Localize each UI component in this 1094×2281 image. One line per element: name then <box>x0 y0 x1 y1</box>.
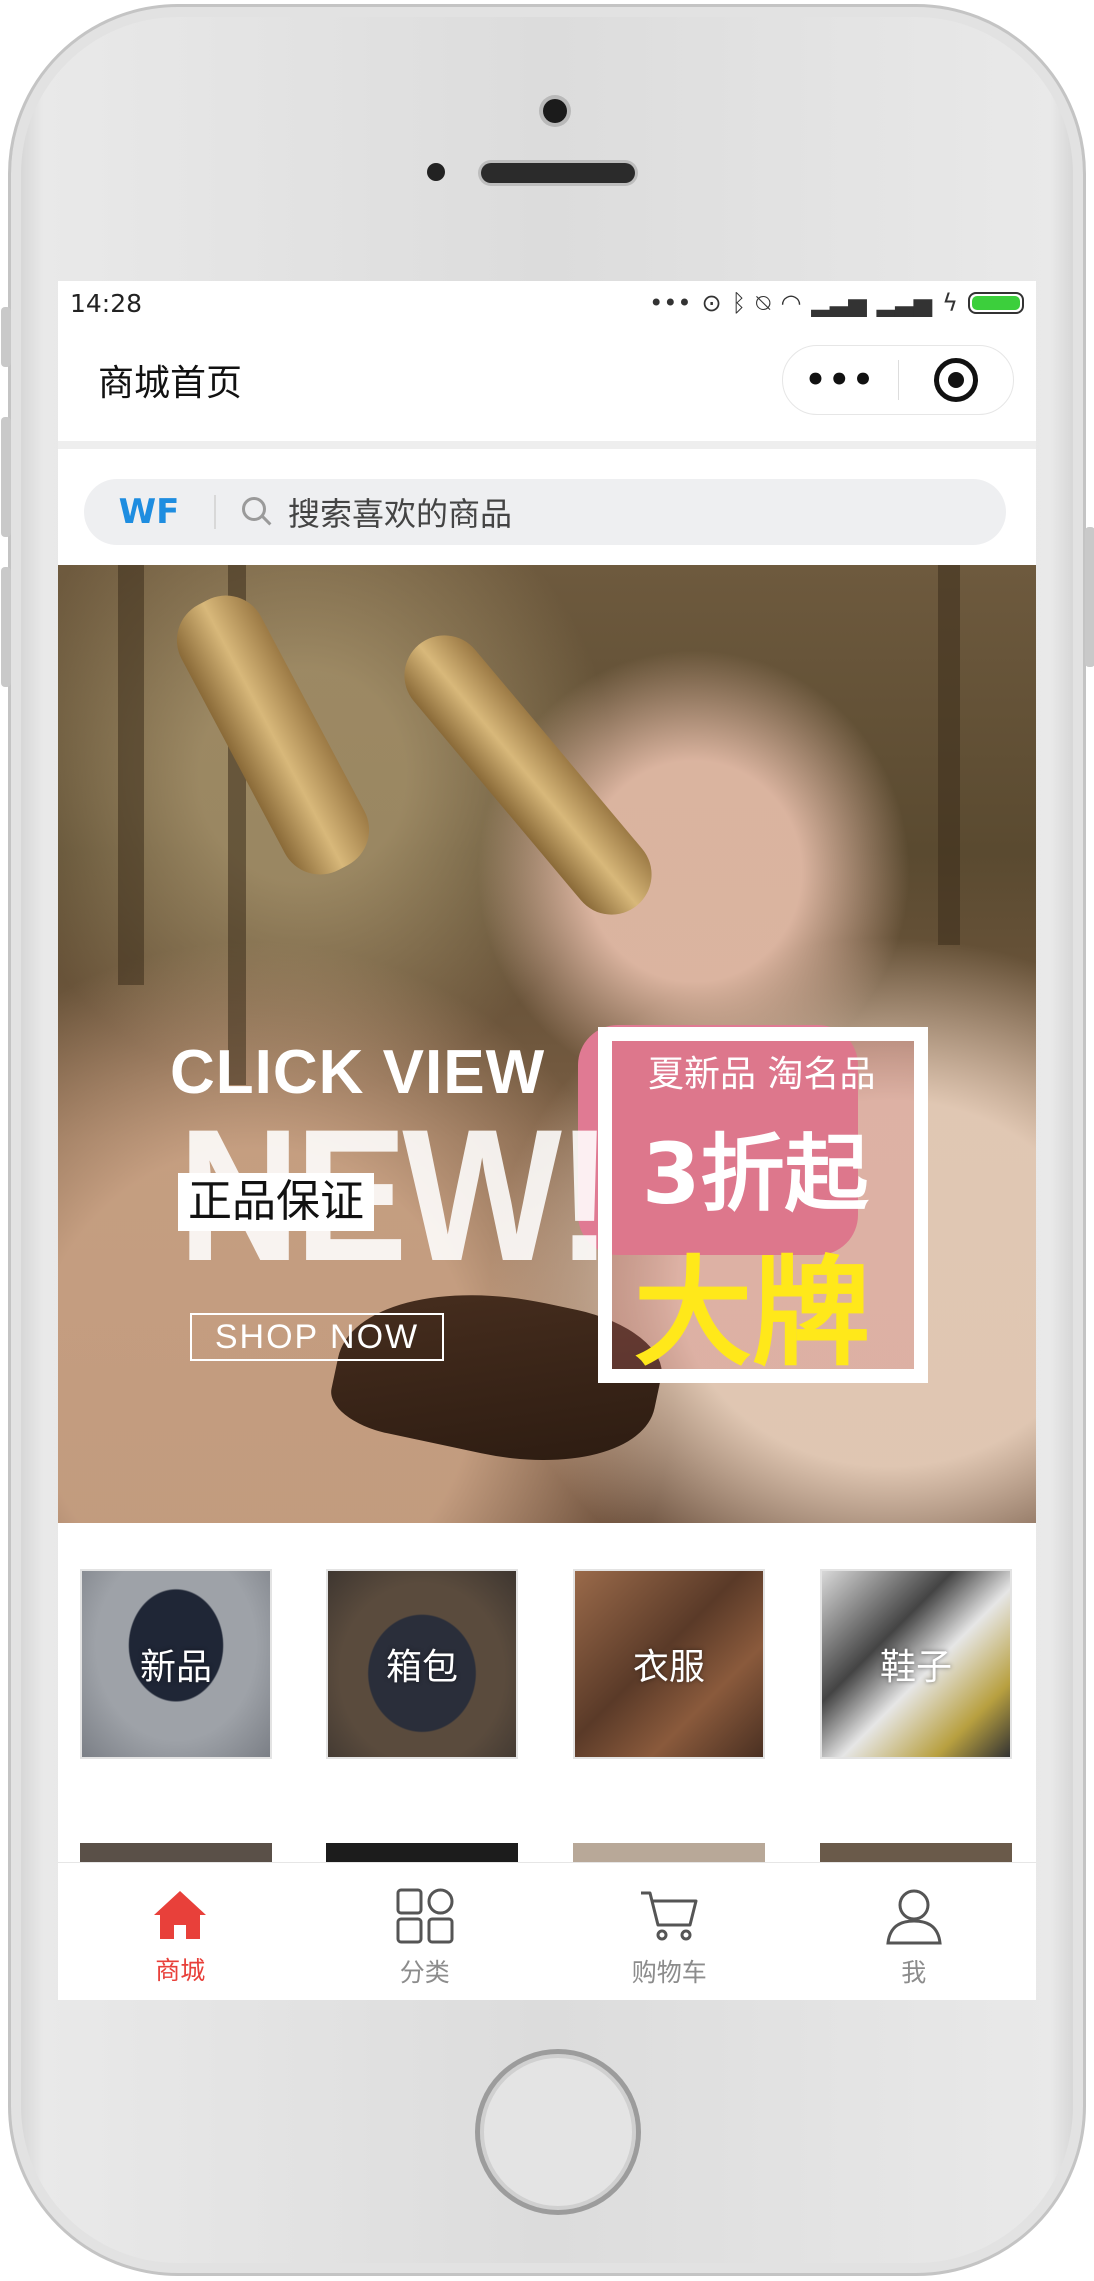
battery-icon <box>968 292 1024 314</box>
model-glove-right <box>388 619 668 931</box>
app-screen: 14:28 ••• ⊙ ᛒ ⍉ ◠ ▂▃▅ ▂▃▅ ϟ 商城首页 ••• WF … <box>58 281 1036 2000</box>
user-icon <box>886 1889 942 1945</box>
tree-trunk <box>938 565 960 945</box>
earpiece-speaker <box>481 163 635 183</box>
nav-divider <box>58 441 1036 449</box>
category-label: 鞋子 <box>879 1647 952 1688</box>
promo-discount: 3折起 <box>642 1125 869 1223</box>
signal-icon: ▂▃▅ <box>811 289 867 317</box>
volume-up-button <box>1 417 11 537</box>
tab-label: 商城 <box>155 1956 206 1985</box>
guarantee-label: 正品保证 <box>178 1173 374 1231</box>
model-glove-left <box>162 581 384 889</box>
status-icons: ••• ⊙ ᛒ ⍉ ◠ ▂▃▅ ▂▃▅ ϟ <box>649 289 1024 317</box>
tab-label: 购物车 <box>631 1958 707 1987</box>
volume-down-button <box>1 567 11 687</box>
search-icon <box>242 497 272 527</box>
banner-headline: CLICK VIEW <box>170 1038 546 1107</box>
tab-bar: 商城 分类 购物车 我 <box>58 1862 1036 2000</box>
category-clothes[interactable]: 衣服 <box>573 1569 765 1759</box>
charging-icon: ϟ <box>942 289 958 317</box>
proximity-sensor <box>427 163 445 181</box>
mini-program-capsule: ••• <box>782 345 1014 415</box>
status-time: 14:28 <box>70 288 143 318</box>
category-label: 箱包 <box>385 1647 458 1688</box>
nav-bar: 商城首页 ••• <box>58 325 1036 435</box>
tab-cart[interactable]: 购物车 <box>547 1863 792 2000</box>
search-bar[interactable]: WF 搜索喜欢的商品 <box>84 479 1006 545</box>
tab-me[interactable]: 我 <box>792 1863 1037 2000</box>
promo-box: 夏新品 淘名品 3折起 大牌 <box>598 1027 928 1383</box>
category-icon <box>396 1888 454 1944</box>
tab-label: 分类 <box>399 1958 450 1987</box>
brand-logo: WF <box>118 492 180 532</box>
search-divider <box>214 495 216 529</box>
category-bags[interactable]: 箱包 <box>326 1569 518 1759</box>
search-input[interactable]: 搜索喜欢的商品 <box>288 489 512 535</box>
more-notifications-icon: ••• <box>649 289 692 317</box>
tab-home[interactable]: 商城 <box>58 1863 303 2000</box>
mute-icon: ⍉ <box>756 289 771 317</box>
home-button[interactable] <box>475 2049 641 2215</box>
close-button[interactable] <box>899 358 1014 402</box>
bluetooth-icon: ᛒ <box>731 289 747 317</box>
status-bar: 14:28 ••• ⊙ ᛒ ⍉ ◠ ▂▃▅ ▂▃▅ ϟ <box>58 281 1036 325</box>
category-label: 衣服 <box>632 1647 705 1688</box>
tab-category[interactable]: 分类 <box>303 1863 548 2000</box>
category-peek <box>820 1843 1012 1863</box>
mute-switch <box>1 307 11 367</box>
cart-icon <box>641 1891 698 1941</box>
category-new[interactable]: 新品 <box>80 1569 272 1759</box>
page-title: 商城首页 <box>98 363 243 404</box>
tab-label: 我 <box>901 1958 927 1987</box>
category-shoes[interactable]: 鞋子 <box>820 1569 1012 1759</box>
tree-trunk <box>118 565 144 985</box>
promo-banner[interactable]: NEW! CLICK VIEW 正品保证 SHOP NOW 夏新品 淘名品 3折… <box>58 565 1036 1523</box>
promo-subtitle: 夏新品 淘名品 <box>648 1054 876 1095</box>
category-peek <box>80 1843 272 1863</box>
promo-brand: 大牌 <box>634 1244 871 1382</box>
front-camera <box>543 99 567 123</box>
category-peek <box>573 1843 765 1863</box>
category-peek <box>326 1843 518 1863</box>
home-icon <box>154 1891 207 1939</box>
wifi-icon: ◠ <box>780 289 802 317</box>
signal-2-icon: ▂▃▅ <box>876 289 933 317</box>
link-icon: ⊙ <box>701 289 722 317</box>
more-icon[interactable]: ••• <box>783 360 898 400</box>
power-button <box>1085 527 1094 667</box>
shop-now-button[interactable]: SHOP NOW <box>190 1313 444 1361</box>
target-icon <box>933 358 978 402</box>
category-label: 新品 <box>139 1647 212 1688</box>
